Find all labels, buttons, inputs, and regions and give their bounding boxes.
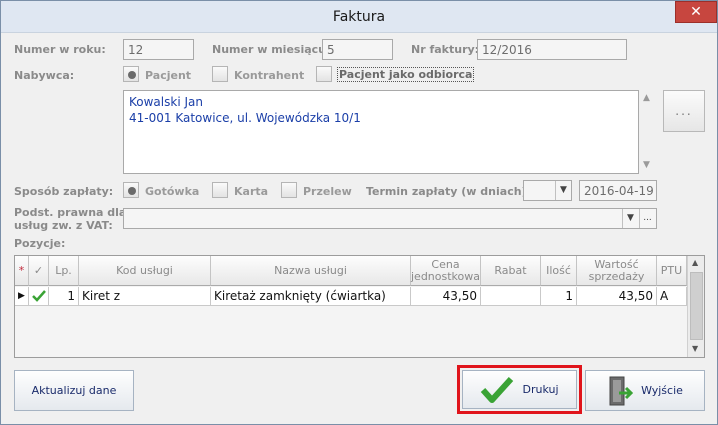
scroll-down-icon[interactable]: ▼ — [692, 344, 698, 353]
table-cell-lp[interactable]: 1 — [49, 287, 79, 306]
header-lp[interactable]: Lp. — [49, 256, 79, 286]
table-cell-wartosc[interactable]: 43,50 — [577, 287, 657, 306]
label-podst-prawna-2: usług zw. z VAT: — [14, 219, 113, 232]
label-nabywca: Nabywca: — [14, 69, 75, 82]
ellipsis-button[interactable]: ... — [639, 209, 655, 228]
label-pozycje: Pozycje: — [14, 237, 66, 250]
header-wartosc-line2: sprzedaży — [588, 269, 645, 283]
checkbox-karta[interactable] — [212, 182, 228, 198]
door-exit-icon — [609, 376, 634, 405]
radio-pacjent-label[interactable]: Pacjent — [145, 69, 191, 82]
positions-table[interactable]: * ✓ Lp. Kod usługi Nazwa usługi Cena jed… — [14, 255, 705, 358]
title-bar: Faktura ✕ — [1, 1, 717, 33]
header-star: * — [15, 256, 29, 286]
drukuj-highlight-frame — [457, 365, 582, 414]
label-nr-faktury: Nr faktury: — [411, 43, 480, 56]
table-cell-rabat[interactable] — [481, 287, 541, 306]
header-cena-line1: Cena — [431, 257, 460, 271]
close-button[interactable]: ✕ — [675, 1, 717, 23]
termin-date-field[interactable]: 2016-04-19 — [579, 180, 657, 201]
termin-dni-combo[interactable]: ▼ — [523, 180, 572, 201]
scroll-up-icon[interactable]: ▲ — [643, 93, 650, 103]
label-sposob-zaplaty: Sposób zapłaty: — [14, 185, 114, 198]
wyjscie-button[interactable]: Wyjście — [585, 370, 705, 411]
label-termin-zaplaty: Termin zapłaty (w dniach): — [366, 185, 531, 198]
checkbox-przelew-label[interactable]: Przelew — [303, 185, 352, 198]
table-cell-cena[interactable]: 43,50 — [411, 287, 481, 306]
header-cena[interactable]: Cena jednostkowa — [411, 256, 481, 286]
checkbox-pacjent-odbiorca-label[interactable]: Pacjent jako odbiorca — [337, 67, 475, 82]
header-wartosc-line1: Wartość — [594, 257, 639, 271]
checkbox-karta-label[interactable]: Karta — [234, 185, 268, 198]
scrollbar-thumb[interactable] — [690, 272, 703, 340]
checkbox-kontrahent-label[interactable]: Kontrahent — [234, 69, 304, 82]
scroll-down-icon[interactable]: ▼ — [643, 160, 650, 170]
table-cell-nazwa[interactable]: Kiretaż zamknięty (ćwiartka) — [211, 287, 411, 306]
label-numer-w-miesiacu: Numer w miesiącu: — [212, 43, 331, 56]
radio-selected-dot — [128, 187, 136, 195]
header-cena-line2: jednostkowa — [411, 269, 480, 283]
scroll-up-icon[interactable]: ▲ — [692, 258, 698, 267]
header-ptu[interactable]: PTU — [657, 256, 687, 286]
address-scrollbar[interactable]: ▲ ▼ — [640, 90, 656, 174]
numer-w-miesiacu-field[interactable]: 5 — [322, 39, 393, 60]
label-numer-w-roku: Numer w roku: — [14, 43, 106, 56]
header-rabat[interactable]: Rabat — [481, 256, 541, 286]
radio-pacjent[interactable] — [123, 66, 139, 82]
window-title: Faktura — [332, 9, 386, 25]
nr-faktury-field[interactable]: 12/2016 — [477, 39, 627, 60]
checkbox-przelew[interactable] — [281, 182, 297, 198]
checkbox-pacjent-odbiorca[interactable] — [316, 66, 332, 82]
chevron-down-icon[interactable]: ▼ — [555, 181, 571, 200]
row-pointer-icon: ▶ — [15, 287, 29, 306]
aktualizuj-dane-label: Aktualizuj dane — [31, 384, 117, 397]
checkmark-icon[interactable] — [29, 287, 49, 306]
invoice-window: Faktura ✕ Numer w roku: 12 Numer w miesi… — [0, 0, 718, 425]
header-nazwa-uslugi[interactable]: Nazwa usługi — [211, 256, 411, 286]
radio-gotowka[interactable] — [123, 182, 139, 198]
aktualizuj-dane-button[interactable]: Aktualizuj dane — [14, 370, 134, 411]
address-line-1: Kowalski Jan — [129, 95, 203, 109]
address-textarea[interactable]: Kowalski Jan 41-001 Katowice, ul. Wojewó… — [123, 90, 639, 174]
table-cell-kod[interactable]: Kiret z — [79, 287, 211, 306]
checkbox-kontrahent[interactable] — [212, 66, 228, 82]
address-line-2: 41-001 Katowice, ul. Wojewódzka 10/1 — [129, 111, 361, 125]
table-cell-ptu[interactable]: A — [657, 287, 687, 306]
header-kod-uslugi[interactable]: Kod usługi — [79, 256, 211, 286]
label-podst-prawna-1: Podst. prawna dla — [14, 206, 127, 219]
wyjscie-label: Wyjście — [641, 384, 683, 397]
select-buyer-button[interactable]: ... — [663, 90, 705, 132]
table-cell-ilosc[interactable]: 1 — [541, 287, 577, 306]
radio-gotowka-label[interactable]: Gotówka — [145, 185, 199, 198]
header-check: ✓ — [29, 256, 49, 286]
chevron-down-icon[interactable]: ▼ — [622, 209, 638, 228]
header-wartosc[interactable]: Wartość sprzedaży — [577, 256, 657, 286]
numer-w-roku-field[interactable]: 12 — [123, 39, 194, 60]
radio-selected-dot — [128, 71, 136, 79]
podst-prawna-combo[interactable]: ▼ ... — [123, 208, 657, 229]
header-ilosc[interactable]: Ilość — [541, 256, 577, 286]
table-scrollbar[interactable]: ▲ ▼ — [687, 256, 704, 357]
